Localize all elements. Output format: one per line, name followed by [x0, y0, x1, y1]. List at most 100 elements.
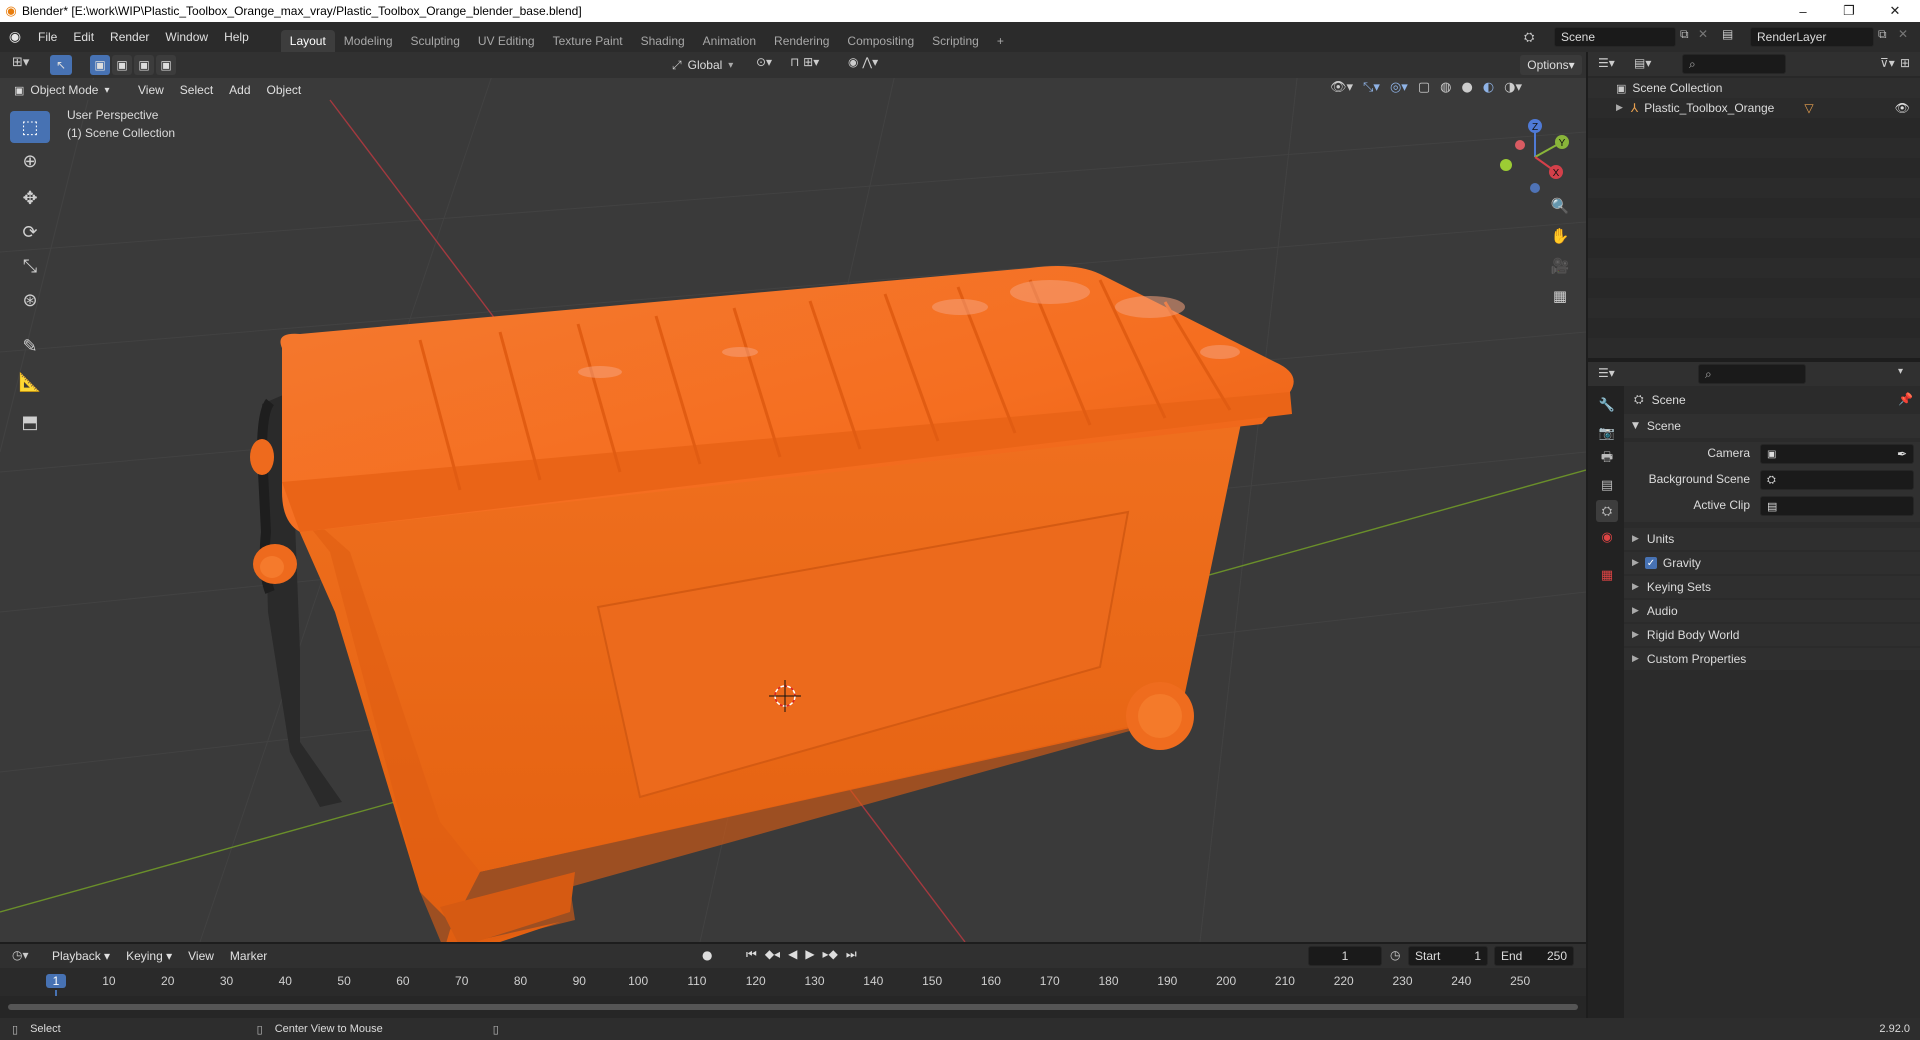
units-panel-header[interactable]: ▶ Units: [1624, 528, 1920, 550]
pan-hand-icon[interactable]: ✋: [1546, 222, 1574, 250]
jump-end-icon[interactable]: ⏭: [846, 947, 857, 962]
tab-texture-paint[interactable]: Texture Paint: [544, 30, 632, 52]
scene-panel-header[interactable]: ▼ Scene: [1624, 414, 1920, 438]
rotate-tool-icon[interactable]: ⟳: [10, 216, 50, 248]
scene-remove-icon[interactable]: ✕: [1698, 27, 1708, 41]
eye-visibility-icon[interactable]: 👁: [1895, 101, 1910, 115]
cursor-tool-icon[interactable]: ⊕: [10, 145, 50, 177]
visibility-icon[interactable]: 👁▾: [1330, 80, 1353, 95]
tab-sculpting[interactable]: Sculpting: [402, 30, 469, 52]
world-tab-icon[interactable]: ◉: [1596, 526, 1618, 548]
timeline-editor-type-icon[interactable]: ◷▾: [12, 948, 29, 962]
pivot-point-icon[interactable]: ⊙▾: [756, 55, 772, 69]
options-dropdown[interactable]: Options ▾: [1520, 55, 1582, 75]
camera-field[interactable]: ▣ ✒: [1760, 444, 1914, 464]
overlay-toggle-icon[interactable]: ◎▾: [1390, 80, 1408, 95]
view-layer-tab-icon[interactable]: ▤: [1596, 474, 1618, 496]
proportional-edit-icon[interactable]: ◉ ⋀▾: [848, 55, 878, 69]
scene-icon[interactable]: ⛭: [1524, 27, 1552, 47]
play-reverse-icon[interactable]: ◀: [788, 947, 797, 962]
viewport-menu-add[interactable]: Add: [221, 80, 258, 100]
rigid-body-world-panel-header[interactable]: ▶ Rigid Body World: [1624, 624, 1920, 646]
timeline-menu-view[interactable]: View: [180, 946, 222, 966]
render-layer-selector[interactable]: RenderLayer: [1750, 27, 1874, 47]
timeline-menu-playback[interactable]: Playback ▾: [44, 946, 118, 966]
outliner-row-scene-collection[interactable]: ▣ Scene Collection: [1588, 78, 1920, 98]
tab-animation[interactable]: Animation: [694, 30, 765, 52]
outliner-search-input[interactable]: ⌕: [1682, 54, 1786, 74]
transform-tool-icon[interactable]: ⊛: [10, 284, 50, 316]
texture-tab-icon[interactable]: ▦: [1596, 564, 1618, 586]
select-extend-icon[interactable]: ▣: [112, 55, 132, 75]
navigation-gizmo[interactable]: Z Y X: [1490, 112, 1580, 202]
play-icon[interactable]: ▶: [805, 947, 814, 962]
maximize-button[interactable]: ❐: [1826, 0, 1872, 22]
tab-uv-editing[interactable]: UV Editing: [469, 30, 544, 52]
record-icon[interactable]: ●: [702, 948, 712, 962]
outliner-row-object[interactable]: ▶ ⅄ Plastic_Toolbox_Orange ▽ 👁: [1588, 98, 1920, 118]
select-invert-icon[interactable]: ▣: [156, 55, 176, 75]
chevron-down-icon[interactable]: ▾: [1898, 366, 1903, 377]
tab-rendering[interactable]: Rendering: [765, 30, 838, 52]
filter-icon[interactable]: ⊽▾: [1880, 56, 1895, 70]
scene-copy-icon[interactable]: ⧉: [1680, 27, 1689, 42]
select-new-icon[interactable]: ▣: [90, 55, 110, 75]
active-clip-field[interactable]: ▤: [1760, 496, 1914, 516]
scene-tab-icon[interactable]: ⛭: [1596, 500, 1618, 522]
menu-file[interactable]: File: [30, 26, 65, 48]
menu-help[interactable]: Help: [216, 26, 257, 48]
select-mode-icon[interactable]: ↖: [50, 55, 72, 75]
output-tab-icon[interactable]: 🖶: [1596, 448, 1618, 470]
tool-tab-icon[interactable]: 🔧: [1596, 394, 1618, 416]
ortho-grid-icon[interactable]: ▦: [1546, 282, 1574, 310]
measure-tool-icon[interactable]: 📐: [10, 366, 50, 398]
jump-start-icon[interactable]: ⏮: [746, 947, 757, 962]
editor-type-icon[interactable]: ⊞▾: [12, 55, 29, 70]
keying-sets-panel-header[interactable]: ▶ Keying Sets: [1624, 576, 1920, 598]
playhead[interactable]: 1: [46, 974, 66, 988]
minimize-button[interactable]: –: [1780, 0, 1826, 22]
3d-viewport[interactable]: ⊞▾ ↖ ▣ ▣ ▣ ▣ ⤢ Global ▾ ⊙▾ ⊓ ⊞▾ ◉ ⋀▾ Opt…: [0, 52, 1586, 942]
new-collection-icon[interactable]: ⊞: [1900, 56, 1910, 70]
render-layer-copy-icon[interactable]: ⧉: [1878, 27, 1887, 42]
end-frame-field[interactable]: End 250: [1494, 946, 1574, 966]
frame-ruler[interactable]: 1 10 20 30 40 50 60 70 80 90 100 110 120 130 140 150 160…: [0, 968, 1586, 1018]
background-scene-field[interactable]: ⛭: [1760, 470, 1914, 490]
expand-arrow-icon[interactable]: ▶: [1616, 103, 1623, 113]
transform-orientation-dropdown[interactable]: ⤢ Global ▾: [672, 55, 744, 75]
mode-dropdown[interactable]: ▣ Object Mode ▾: [8, 80, 118, 100]
select-subtract-icon[interactable]: ▣: [134, 55, 154, 75]
properties-search-input[interactable]: ⌕: [1698, 364, 1806, 384]
eyedropper-icon[interactable]: ✒: [1897, 447, 1907, 461]
add-workspace-button[interactable]: +: [988, 30, 1013, 52]
render-layer-icon[interactable]: ▤: [1722, 27, 1733, 41]
clock-icon[interactable]: ◷: [1390, 948, 1400, 962]
menu-render[interactable]: Render: [102, 26, 157, 48]
timeline-scrollbar[interactable]: [8, 1004, 1578, 1010]
viewport-menu-object[interactable]: Object: [259, 80, 310, 100]
xray-icon[interactable]: ▢: [1418, 80, 1430, 95]
menu-window[interactable]: Window: [157, 26, 216, 48]
start-frame-field[interactable]: Start 1: [1408, 946, 1488, 966]
timeline-menu-marker[interactable]: Marker: [222, 946, 275, 966]
tab-shading[interactable]: Shading: [632, 30, 694, 52]
display-mode-icon[interactable]: ▤▾: [1634, 56, 1651, 70]
tab-layout[interactable]: Layout: [280, 30, 335, 52]
render-layer-remove-icon[interactable]: ✕: [1898, 27, 1908, 41]
tab-compositing[interactable]: Compositing: [838, 30, 923, 52]
properties-editor-type-icon[interactable]: ☰▾: [1598, 366, 1615, 380]
annotate-tool-icon[interactable]: ✎: [10, 330, 50, 362]
audio-panel-header[interactable]: ▶ Audio: [1624, 600, 1920, 622]
tab-scripting[interactable]: Scripting: [923, 30, 988, 52]
select-box-tool-icon[interactable]: ⬚: [10, 111, 50, 143]
blender-menu-icon[interactable]: ◉: [0, 29, 30, 45]
snap-icon[interactable]: ⊓ ⊞▾: [790, 55, 819, 69]
timeline-track-area[interactable]: [0, 996, 1586, 1018]
render-tab-icon[interactable]: 📷: [1596, 422, 1618, 444]
outliner-editor-type-icon[interactable]: ☰▾: [1598, 56, 1615, 70]
pin-icon[interactable]: 📌: [1898, 392, 1913, 406]
zoom-icon[interactable]: 🔍: [1546, 192, 1574, 220]
camera-view-icon[interactable]: 🎥: [1546, 252, 1574, 280]
close-button[interactable]: ✕: [1872, 0, 1918, 22]
current-frame-field[interactable]: 1: [1308, 946, 1382, 966]
